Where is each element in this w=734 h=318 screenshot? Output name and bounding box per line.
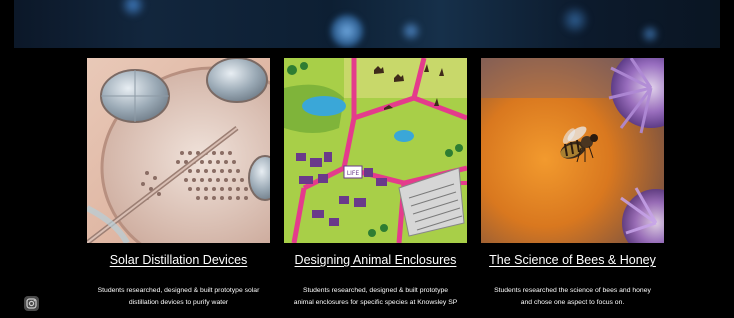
header-banner [0, 0, 734, 48]
right-frame [720, 0, 734, 318]
card-description: Students researched, designed & built pr… [87, 285, 270, 309]
card-description: Students researched the science of bees … [481, 285, 664, 309]
safari-map-image[interactable]: LIFE [284, 58, 467, 243]
card-desc-line: Students researched the science of bees … [494, 287, 651, 294]
left-frame [0, 0, 14, 318]
card-desc-line: and chose one aspect to focus on. [520, 299, 625, 306]
card-desc-line: Students researched, designed & built pr… [302, 287, 449, 294]
bee-photo-image[interactable] [481, 58, 664, 243]
card-desc-line: distillation devices to purify water [128, 299, 229, 306]
solar-distillation-image[interactable] [87, 58, 270, 243]
card-title[interactable]: Designing Animal Enclosures [284, 253, 467, 267]
card-solar-distillation: Solar Distillation Devices Students rese… [87, 58, 270, 309]
card-desc-line: Students researched, designed & built pr… [97, 287, 260, 294]
card-bees-honey: The Science of Bees & Honey Students res… [481, 58, 664, 309]
card-title[interactable]: The Science of Bees & Honey [481, 253, 664, 267]
card-title[interactable]: Solar Distillation Devices [87, 253, 270, 267]
page: Solar Distillation Devices Students rese… [0, 0, 734, 318]
card-desc-line: animal enclosures for specific species a… [293, 299, 458, 306]
instagram-icon[interactable] [24, 296, 39, 311]
card-animal-enclosures: LIFE Designing Animal Enclosures Student… [284, 58, 467, 309]
map-sign: LIFE [347, 170, 360, 177]
card-description: Students researched, designed & built pr… [284, 285, 467, 309]
